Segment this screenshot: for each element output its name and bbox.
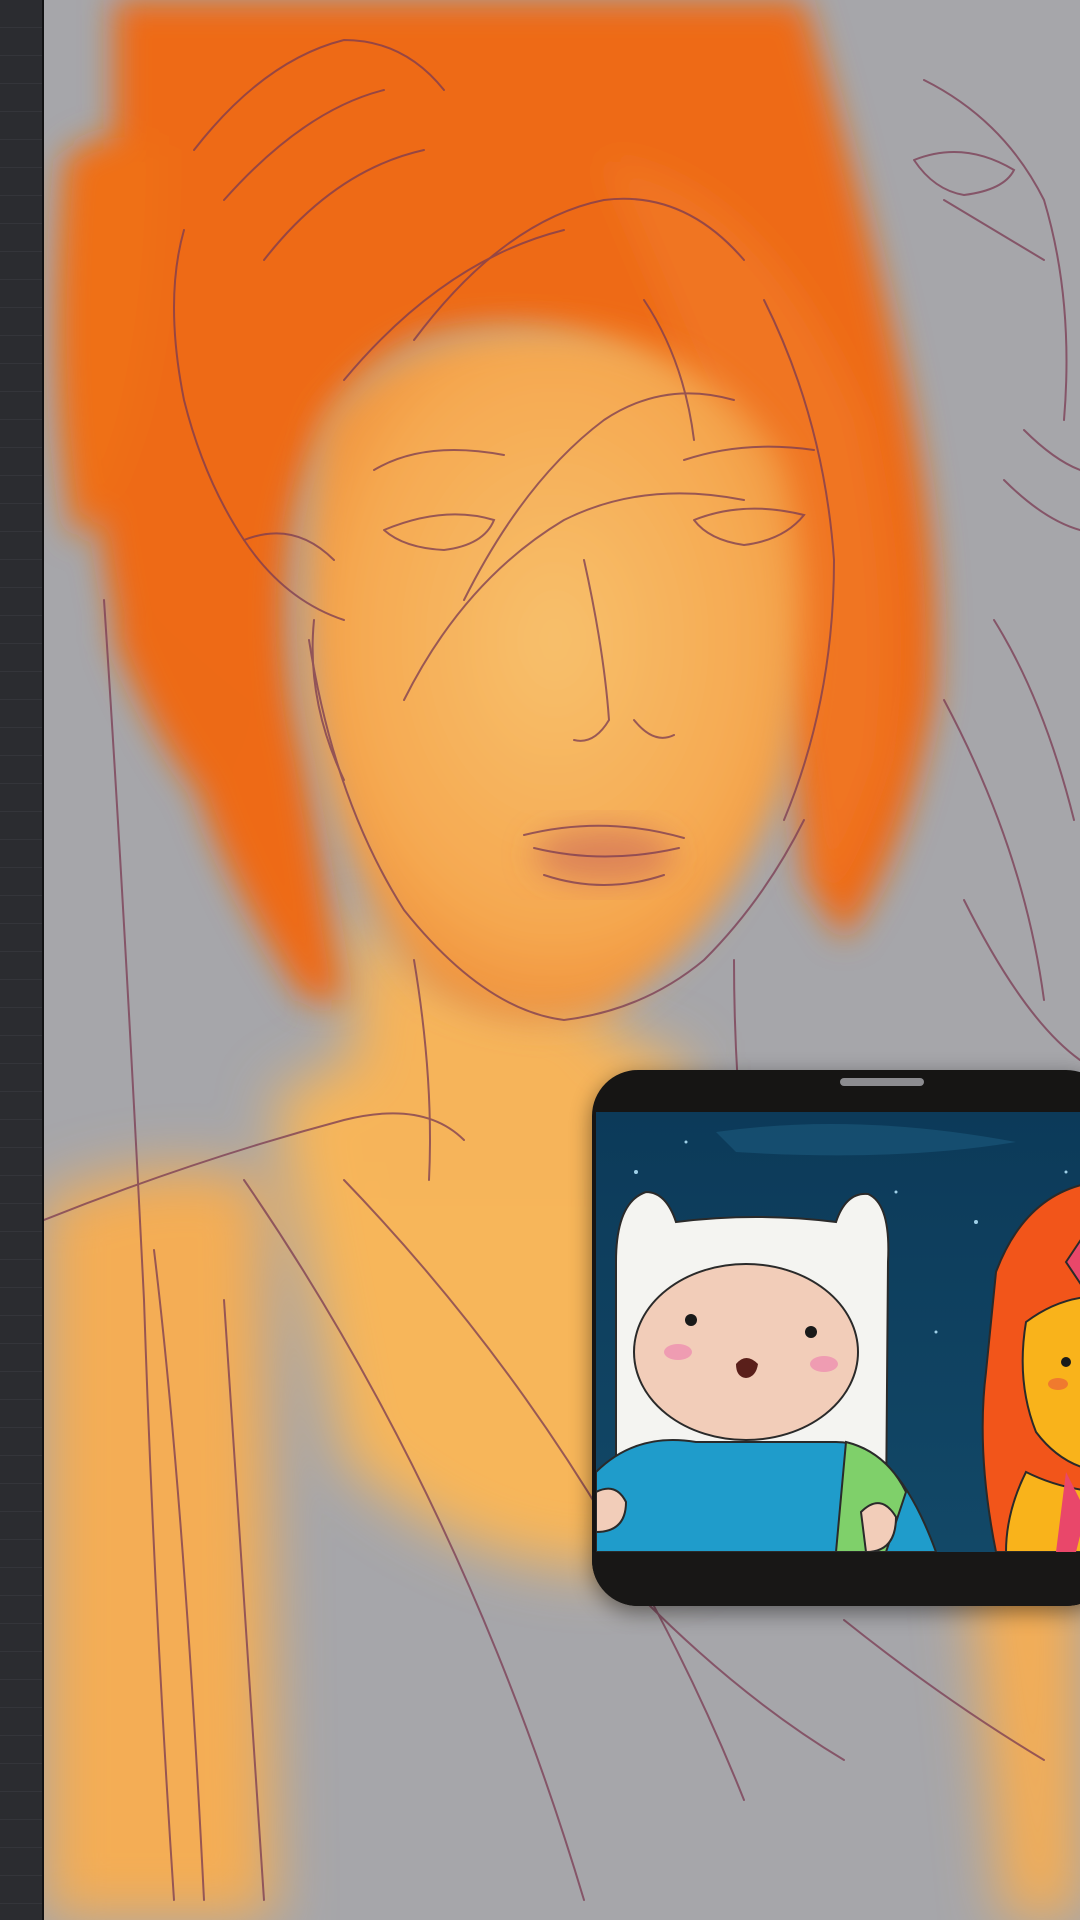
cartoon-scene [596,1112,1080,1552]
left-tool-rail[interactable] [0,0,44,1920]
face-color-fill [306,329,804,1020]
drawing-canvas[interactable] [44,0,1080,1920]
pip-controls-bar[interactable] [592,1552,1080,1606]
artwork-layer [44,0,1080,1920]
pip-video-frame[interactable] [596,1112,1080,1552]
pip-video-window[interactable] [592,1070,1080,1606]
drawing-app [0,0,1080,1920]
lips-fill [534,827,674,883]
drag-handle-icon[interactable] [840,1078,924,1086]
